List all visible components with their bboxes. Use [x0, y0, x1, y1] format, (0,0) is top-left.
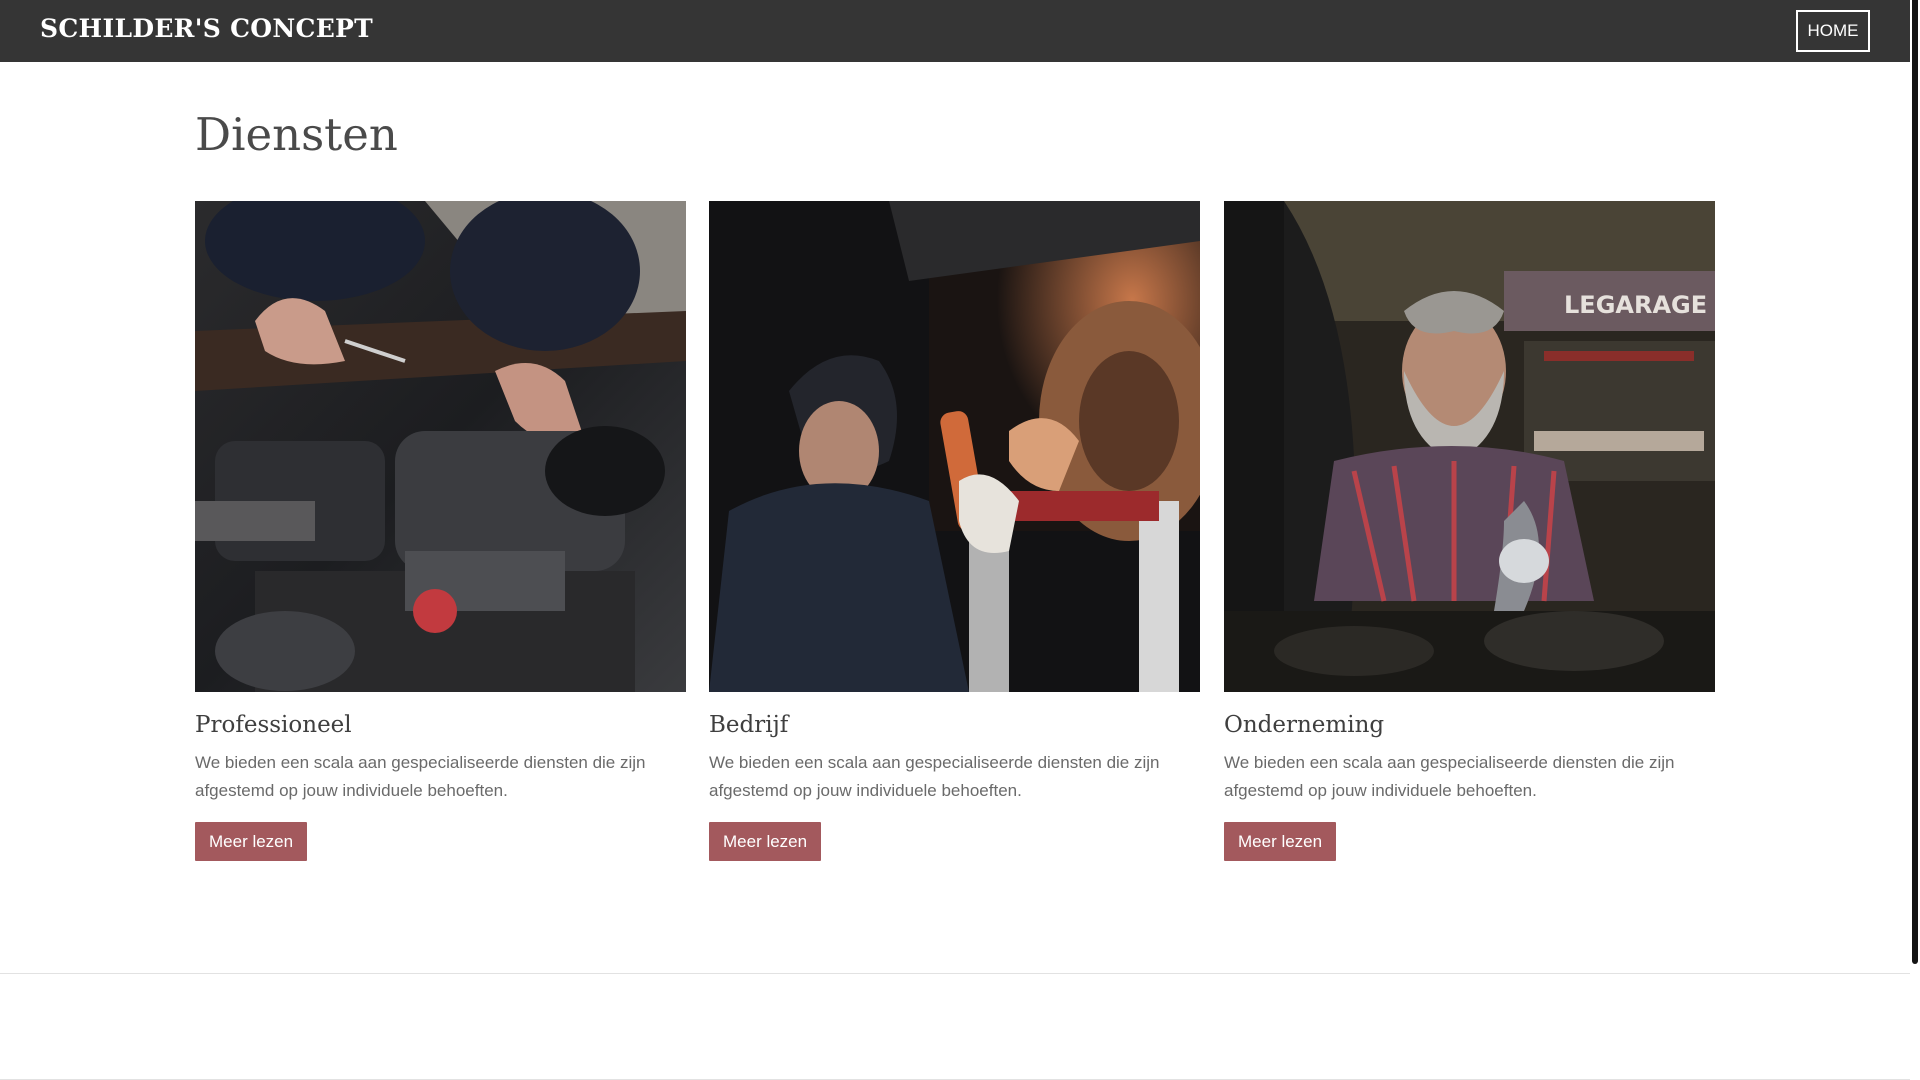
- card-description: We bieden een scala aan gespecialiseerde…: [1224, 753, 1675, 800]
- card-title: Professioneel: [195, 712, 352, 738]
- read-more-button[interactable]: Meer lezen: [709, 822, 822, 861]
- card-description: We bieden een scala aan gespecialiseerde…: [195, 753, 646, 800]
- card-title: Onderneming: [1224, 712, 1385, 738]
- page: SCHILDER'S CONCEPT HOME Diensten Profess…: [0, 0, 1920, 1080]
- mechanic-garage-photo: LEGARAGE: [1224, 201, 1715, 692]
- top-navbar: SCHILDER'S CONCEPT HOME: [0, 0, 1910, 62]
- card-title: Bedrijf: [709, 712, 789, 738]
- scrollbar-thumb[interactable]: [1912, 0, 1918, 964]
- site-brand[interactable]: SCHILDER'S CONCEPT: [40, 14, 373, 43]
- mechanic-under-car-photo: [709, 201, 1200, 692]
- mechanic-engine-photo: [195, 201, 686, 692]
- service-card: Professioneel We bieden een scala aan ge…: [195, 201, 686, 861]
- svg-text:LEGARAGE: LEGARAGE: [1564, 291, 1707, 319]
- card-description: We bieden een scala aan gespecialiseerde…: [709, 753, 1160, 800]
- read-more-button[interactable]: Meer lezen: [1224, 822, 1337, 861]
- section-divider: [0, 973, 1910, 974]
- read-more-button[interactable]: Meer lezen: [195, 822, 308, 861]
- service-card: Bedrijf We bieden een scala aan gespecia…: [709, 201, 1200, 861]
- nav-home-button[interactable]: HOME: [1796, 10, 1870, 52]
- service-card: LEGARAGE Onderneming We bieden een scala…: [1224, 201, 1715, 861]
- section-title: Diensten: [195, 108, 398, 161]
